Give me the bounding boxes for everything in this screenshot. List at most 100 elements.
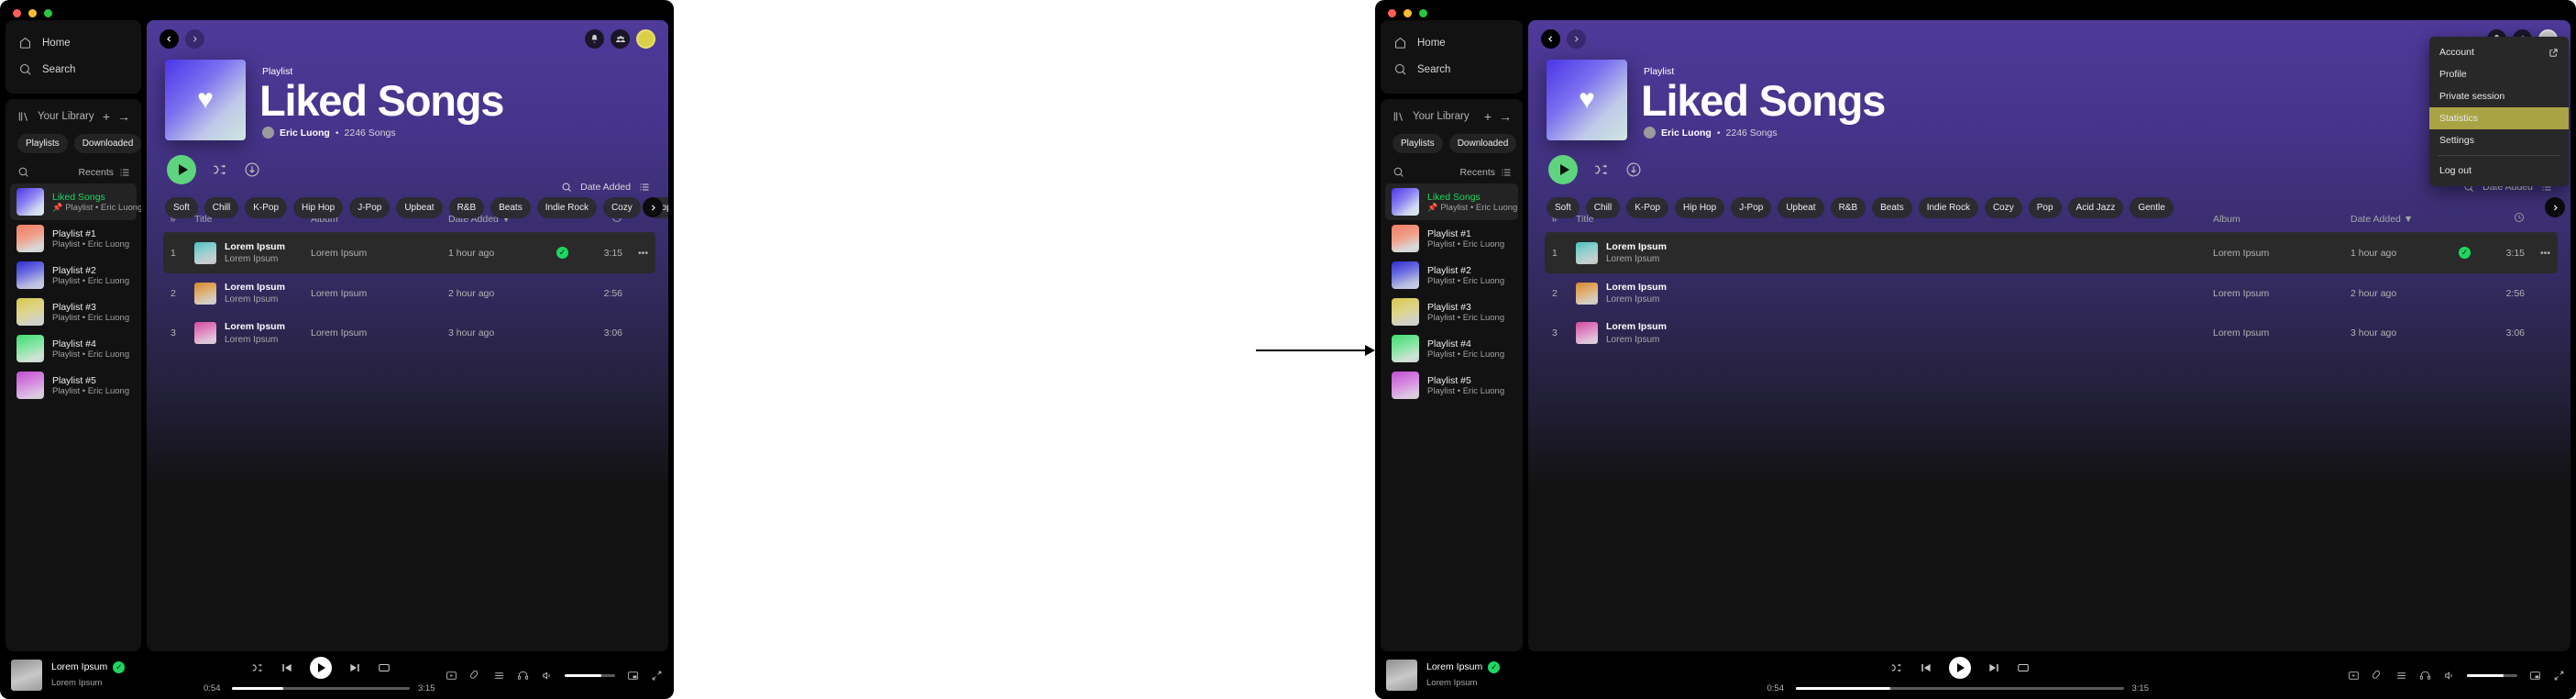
minimize-window-icon[interactable] (28, 9, 37, 17)
search-icon[interactable] (1393, 166, 1404, 178)
genre-chip[interactable]: Hip Hop (1675, 197, 1725, 218)
forward-button[interactable] (1567, 29, 1586, 49)
queue-icon[interactable] (2395, 670, 2407, 682)
sidebar-item-home[interactable]: Home (1381, 29, 1523, 56)
play-button[interactable] (1948, 657, 1971, 679)
list-item[interactable]: Playlist #3 Playlist • Eric Luong (1385, 294, 1518, 330)
now-playing-view-icon[interactable] (2348, 670, 2360, 682)
table-row[interactable]: 3 Lorem Ipsum Lorem Ipsum Lorem Ipsum 3 … (1545, 313, 2558, 353)
menu-item-account[interactable]: Account (2429, 41, 2569, 63)
menu-item-log-out[interactable]: Log out (2429, 160, 2569, 182)
genre-chip[interactable]: Gentle (2130, 197, 2174, 218)
lyrics-icon[interactable] (469, 670, 481, 682)
volume-slider[interactable] (2467, 673, 2517, 677)
list-item[interactable]: Liked Songs 📌 Playlist • Eric Luong (10, 183, 141, 220)
back-button[interactable] (1541, 29, 1560, 49)
owner-name[interactable]: Eric Luong (1661, 128, 1712, 139)
friends-icon[interactable] (611, 29, 630, 49)
next-track-icon[interactable] (348, 661, 361, 674)
volume-icon[interactable] (541, 670, 553, 682)
progress-slider[interactable] (232, 687, 410, 690)
back-button[interactable] (160, 29, 179, 49)
window-traffic-lights[interactable] (13, 9, 52, 17)
volume-icon[interactable] (2443, 670, 2455, 682)
menu-item-settings[interactable]: Settings (2429, 129, 2569, 151)
previous-track-icon[interactable] (1920, 661, 1932, 674)
headphones-icon[interactable] (517, 670, 529, 682)
genre-chip[interactable]: Hip Hop (293, 197, 344, 218)
library-sort-label[interactable]: Recents (78, 167, 114, 178)
add-playlist-button[interactable]: + (103, 110, 110, 123)
genre-chip[interactable]: R&B (448, 197, 485, 218)
genre-chip[interactable]: K-Pop (1626, 197, 1669, 218)
list-view-icon[interactable] (119, 167, 130, 178)
repeat-icon[interactable] (2017, 661, 2030, 674)
library-chip-downloaded[interactable]: Downloaded (1448, 134, 1517, 153)
genre-chip[interactable]: Indie Rock (1918, 197, 1978, 218)
table-row[interactable]: 1 Lorem Ipsum Lorem Ipsum Lorem Ipsum 1 … (1545, 233, 2558, 273)
table-row[interactable]: 3 Lorem Ipsum Lorem Ipsum Lorem Ipsum 3 … (163, 313, 655, 353)
download-circle-icon[interactable] (244, 161, 260, 178)
maximize-window-icon[interactable] (44, 9, 52, 17)
avatar[interactable] (636, 29, 655, 49)
miniplayer-icon[interactable] (627, 670, 639, 682)
list-item[interactable]: Playlist #2 Playlist • Eric Luong (10, 257, 137, 294)
library-chip-downloaded[interactable]: Downloaded (73, 134, 142, 153)
library-chip-playlists[interactable]: Playlists (1393, 134, 1443, 153)
close-window-icon[interactable] (13, 9, 21, 17)
menu-item-profile[interactable]: Profile (2429, 63, 2569, 85)
add-playlist-button[interactable]: + (1484, 110, 1492, 123)
list-item[interactable]: Playlist #3 Playlist • Eric Luong (10, 294, 137, 330)
repeat-icon[interactable] (378, 661, 391, 674)
genre-chip[interactable]: Soft (165, 197, 198, 218)
forward-button[interactable] (185, 29, 204, 49)
genre-chip[interactable]: Beats (490, 197, 531, 218)
genre-chip[interactable]: R&B (1830, 197, 1866, 218)
liked-check-icon[interactable]: ✓ (556, 247, 568, 260)
search-icon[interactable] (17, 166, 29, 178)
genre-chip[interactable]: J-Pop (349, 197, 391, 218)
chevron-right-icon[interactable] (643, 197, 663, 217)
shuffle-icon[interactable] (1890, 661, 1903, 674)
library-sort-label[interactable]: Recents (1459, 167, 1495, 178)
list-item[interactable]: Playlist #2 Playlist • Eric Luong (1385, 257, 1518, 294)
list-item[interactable]: Playlist #5 Playlist • Eric Luong (10, 367, 137, 404)
volume-slider[interactable] (565, 673, 615, 677)
miniplayer-icon[interactable] (2529, 670, 2541, 682)
sidebar-item-home[interactable]: Home (6, 29, 141, 56)
liked-check-icon[interactable]: ✓ (2459, 247, 2471, 260)
lyrics-icon[interactable] (2372, 670, 2383, 682)
menu-item-private-session[interactable]: Private session (2429, 85, 2569, 107)
genre-chip[interactable]: Soft (1547, 197, 1580, 218)
genre-chip[interactable]: J-Pop (1731, 197, 1772, 218)
play-button[interactable] (167, 155, 196, 184)
table-row[interactable]: 2 Lorem Ipsum Lorem Ipsum Lorem Ipsum 2 … (1545, 273, 2558, 314)
previous-track-icon[interactable] (281, 661, 293, 674)
genre-chip[interactable]: K-Pop (245, 197, 288, 218)
track-more-button[interactable]: ••• (622, 248, 648, 259)
sidebar-item-search[interactable]: Search (1381, 56, 1523, 83)
play-button[interactable] (1548, 155, 1578, 184)
shuffle-icon[interactable] (251, 661, 264, 674)
list-item[interactable]: Playlist #1 Playlist • Eric Luong (1385, 220, 1518, 257)
download-circle-icon[interactable] (1625, 161, 1642, 178)
list-item[interactable]: Playlist #1 Playlist • Eric Luong (10, 220, 137, 257)
table-row[interactable]: 2 Lorem Ipsum Lorem Ipsum Lorem Ipsum 2 … (163, 273, 655, 314)
queue-icon[interactable] (493, 670, 505, 682)
genre-chip[interactable]: Beats (1872, 197, 1912, 218)
minimize-window-icon[interactable] (1404, 9, 1412, 17)
list-item[interactable]: Liked Songs 📌 Playlist • Eric Luong (1385, 183, 1518, 220)
next-track-icon[interactable] (1987, 661, 2000, 674)
list-view-icon[interactable] (1501, 167, 1512, 178)
progress-slider[interactable] (1795, 687, 2124, 690)
genre-chip[interactable]: Chill (1585, 197, 1621, 218)
track-more-button[interactable]: ••• (2525, 248, 2550, 259)
now-playing-view-icon[interactable] (446, 670, 457, 682)
list-item[interactable]: Playlist #5 Playlist • Eric Luong (1385, 367, 1518, 404)
liked-check-icon[interactable]: ✓ (113, 660, 126, 673)
genre-chip[interactable]: Cozy (1984, 197, 2022, 218)
fullscreen-icon[interactable] (2553, 670, 2565, 682)
chevron-right-icon[interactable] (2545, 197, 2565, 217)
sidebar-item-search[interactable]: Search (6, 56, 141, 83)
genre-chip[interactable]: Chill (204, 197, 239, 218)
